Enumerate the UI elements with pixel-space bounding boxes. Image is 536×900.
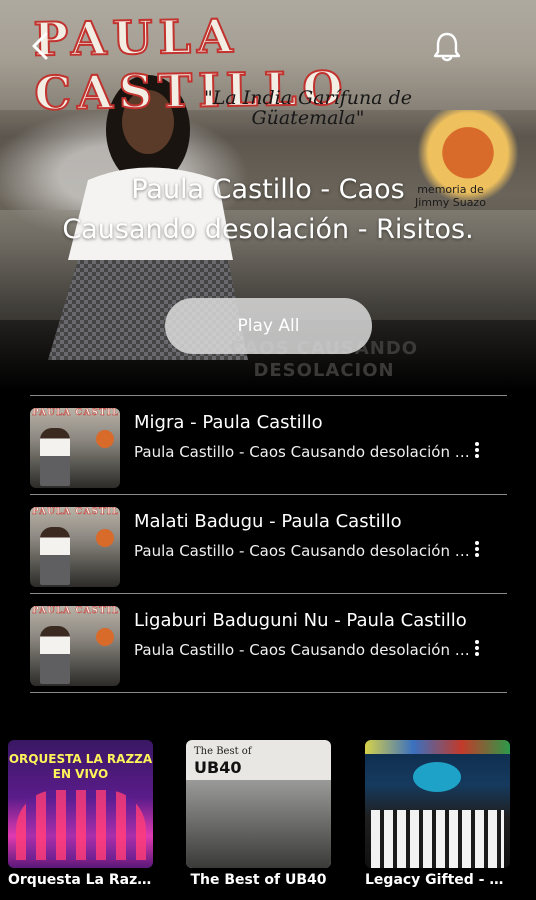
more-options-button[interactable]: [470, 440, 484, 464]
album-card[interactable]: Legacy Gifted - Punta Hits: [365, 740, 510, 890]
related-albums-row: ORQUESTA LA RAZZA EN VIVO Orquesta La Ra…: [0, 740, 536, 900]
thumbnail-brand-text: PAULA CASTILLO: [32, 408, 118, 418]
more-vertical-icon: [470, 541, 484, 557]
album-cover[interactable]: [365, 740, 510, 868]
cover-logo: [413, 762, 461, 792]
album-name: Legacy Gifted - Punta Hits: [365, 872, 510, 888]
track-title: Malati Badugu - Paula Castillo: [134, 511, 402, 532]
thumbnail-brand-text: PAULA CASTILLO: [32, 606, 118, 616]
bell-icon: [433, 32, 461, 62]
more-vertical-icon: [470, 640, 484, 656]
thumbnail-figure: [40, 626, 70, 684]
track-album: Paula Castillo - Caos Causando desolació…: [134, 641, 471, 659]
track-row[interactable]: PAULA CASTILLO Malati Badugu - Paula Cas…: [30, 494, 507, 593]
track-thumbnail: PAULA CASTILLO: [30, 408, 120, 488]
track-row[interactable]: PAULA CASTILLO Migra - Paula Castillo Pa…: [30, 395, 507, 494]
more-options-button[interactable]: [470, 539, 484, 563]
album-cover[interactable]: The Best of UB40: [186, 740, 331, 868]
track-row[interactable]: PAULA CASTILLO Ligaburi Baduguni Nu - Pa…: [30, 593, 507, 693]
notifications-button[interactable]: [430, 30, 464, 64]
track-thumbnail: PAULA CASTILLO: [30, 606, 120, 686]
thumbnail-figure: [40, 527, 70, 585]
track-title: Migra - Paula Castillo: [134, 412, 323, 433]
thumbnail-inset: [96, 628, 114, 646]
play-all-button[interactable]: Play All: [165, 298, 372, 354]
thumbnail-inset: [96, 430, 114, 448]
thumbnail-figure: [40, 428, 70, 486]
album-name: The Best of UB40: [190, 872, 327, 888]
cover-logo-band: [365, 740, 510, 754]
track-title: Ligaburi Baduguni Nu - Paula Castillo: [134, 610, 467, 631]
album-title: Paula Castillo - Caos Causando desolació…: [62, 174, 474, 245]
art-subtitle-text: "La India Garífuna de Güatemala": [203, 87, 413, 129]
track-list: PAULA CASTILLO Migra - Paula Castillo Pa…: [30, 395, 507, 693]
cover-caption-small: The Best of: [194, 746, 252, 757]
cover-caption: ORQUESTA LA RAZZA EN VIVO: [8, 752, 153, 781]
album-cover[interactable]: ORQUESTA LA RAZZA EN VIVO: [8, 740, 153, 868]
chevron-left-icon: [32, 32, 48, 60]
more-options-button[interactable]: [470, 638, 484, 662]
track-album: Paula Castillo - Caos Causando desolació…: [134, 443, 471, 461]
track-album: Paula Castillo - Caos Causando desolació…: [134, 542, 471, 560]
cover-dancers: [16, 790, 146, 860]
more-vertical-icon: [470, 442, 484, 458]
thumbnail-brand-text: PAULA CASTILLO: [32, 507, 118, 517]
back-button[interactable]: [26, 28, 56, 64]
album-name: Orquesta La Razza En Vivo: [8, 872, 153, 888]
cover-caption-big: UB40: [194, 758, 242, 777]
cover-group-photo: [371, 810, 504, 868]
cover-photo: [186, 780, 331, 868]
album-card[interactable]: ORQUESTA LA RAZZA EN VIVO Orquesta La Ra…: [8, 740, 153, 890]
album-card[interactable]: The Best of UB40 The Best of UB40: [186, 740, 331, 890]
thumbnail-inset: [96, 529, 114, 547]
track-thumbnail: PAULA CASTILLO: [30, 507, 120, 587]
